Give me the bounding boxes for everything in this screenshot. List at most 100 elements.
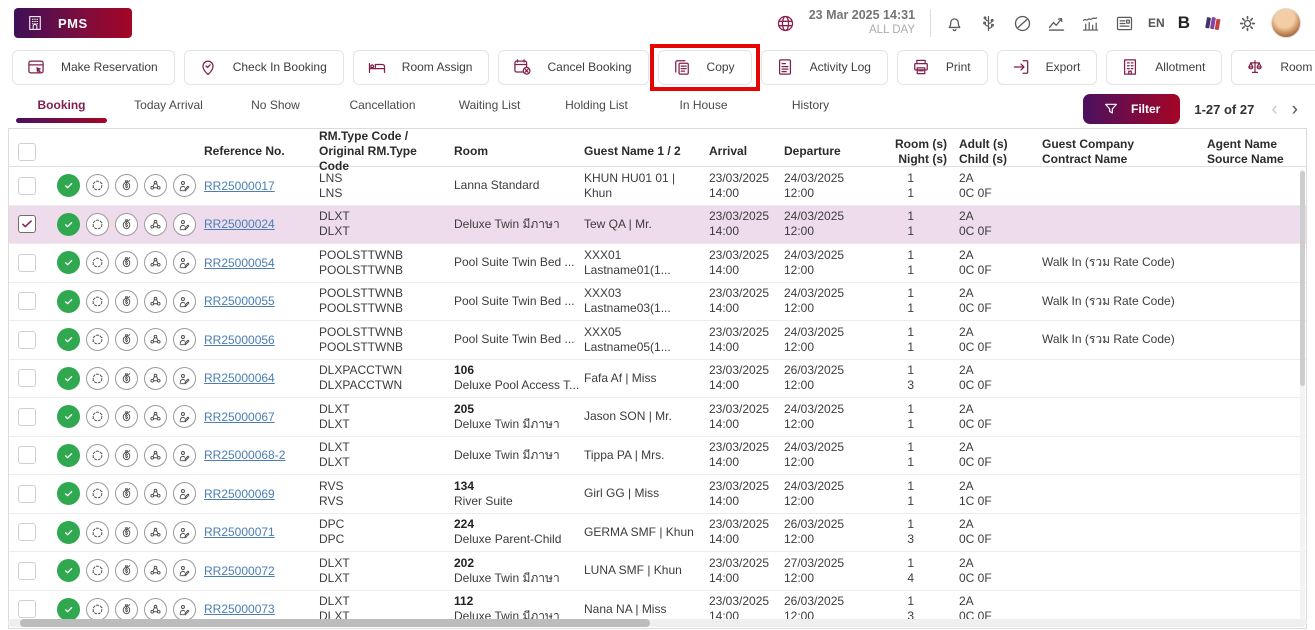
group-icon[interactable] [144, 367, 167, 390]
payment-icon[interactable] [115, 598, 138, 621]
tab-waiting-list[interactable]: Waiting List [436, 98, 543, 121]
row-checkbox[interactable] [18, 292, 36, 310]
reference-link[interactable]: RR25000054 [204, 256, 275, 270]
guest-edit-icon[interactable] [173, 598, 196, 621]
group-icon[interactable] [144, 405, 167, 428]
guest-edit-icon[interactable] [173, 213, 196, 236]
reference-link[interactable]: RR25000024 [204, 217, 275, 231]
allotment-button[interactable]: Allotment [1106, 50, 1222, 85]
payment-icon[interactable] [115, 482, 138, 505]
status-confirmed-icon[interactable] [57, 559, 80, 582]
sync-icon[interactable] [86, 328, 109, 351]
cancel-booking-button[interactable]: Cancel Booking [498, 50, 648, 85]
status-confirmed-icon[interactable] [57, 174, 80, 197]
row-checkbox[interactable] [18, 485, 36, 503]
prev-page-button[interactable]: ‹ [1264, 100, 1284, 119]
group-icon[interactable] [144, 444, 167, 467]
row-checkbox[interactable] [18, 562, 36, 580]
group-icon[interactable] [144, 598, 167, 621]
bold-shortcut[interactable]: B [1178, 13, 1190, 33]
tab-no-show[interactable]: No Show [222, 98, 329, 121]
vertical-scrollbar-thumb[interactable] [1300, 171, 1305, 386]
payment-icon[interactable] [115, 328, 138, 351]
guest-edit-icon[interactable] [173, 174, 196, 197]
app-logo[interactable]: PMS [14, 8, 132, 38]
payment-icon[interactable] [115, 559, 138, 582]
guest-edit-icon[interactable] [173, 521, 196, 544]
group-icon[interactable] [144, 482, 167, 505]
sync-icon[interactable] [86, 559, 109, 582]
tab-today-arrival[interactable]: Today Arrival [115, 98, 222, 121]
group-icon[interactable] [144, 328, 167, 351]
room-share-button[interactable]: Room Share [1231, 50, 1315, 85]
payment-icon[interactable] [115, 213, 138, 236]
group-icon[interactable] [144, 174, 167, 197]
group-icon[interactable] [144, 559, 167, 582]
row-checkbox[interactable] [18, 600, 36, 618]
payment-icon[interactable] [115, 405, 138, 428]
reference-link[interactable]: RR25000071 [204, 525, 275, 539]
bell-icon[interactable] [944, 13, 965, 34]
reference-link[interactable]: RR25000068-2 [204, 448, 285, 462]
activity-log-button[interactable]: Activity Log [761, 50, 888, 85]
status-confirmed-icon[interactable] [57, 328, 80, 351]
status-confirmed-icon[interactable] [57, 521, 80, 544]
tab-cancellation[interactable]: Cancellation [329, 98, 436, 121]
guest-edit-icon[interactable] [173, 290, 196, 313]
reference-link[interactable]: RR25000072 [204, 564, 275, 578]
globe-icon[interactable] [775, 13, 796, 34]
print-button[interactable]: Print [897, 50, 988, 85]
guest-edit-icon[interactable] [173, 444, 196, 467]
palette-icon[interactable] [1203, 13, 1224, 34]
row-checkbox[interactable] [18, 369, 36, 387]
tab-in-house[interactable]: In House [650, 98, 757, 121]
tab-holding-list[interactable]: Holding List [543, 98, 650, 121]
reference-link[interactable]: RR25000073 [204, 602, 275, 616]
settings-gear-icon[interactable] [1237, 13, 1258, 34]
org-tree-icon[interactable] [978, 13, 999, 34]
next-page-button[interactable]: › [1285, 100, 1305, 119]
group-icon[interactable] [144, 251, 167, 274]
group-icon[interactable] [144, 521, 167, 544]
guest-edit-icon[interactable] [173, 482, 196, 505]
filter-button[interactable]: Filter [1083, 94, 1180, 124]
row-checkbox[interactable] [18, 523, 36, 541]
row-checkbox[interactable] [18, 446, 36, 464]
status-confirmed-icon[interactable] [57, 444, 80, 467]
status-confirmed-icon[interactable] [57, 367, 80, 390]
sync-icon[interactable] [86, 251, 109, 274]
row-checkbox[interactable] [18, 215, 36, 233]
guest-edit-icon[interactable] [173, 328, 196, 351]
horizontal-scrollbar-thumb[interactable] [20, 619, 650, 627]
sync-icon[interactable] [86, 367, 109, 390]
check-in-booking-button[interactable]: Check In Booking [184, 50, 344, 85]
row-checkbox[interactable] [18, 408, 36, 426]
sync-icon[interactable] [86, 598, 109, 621]
payment-icon[interactable] [115, 367, 138, 390]
bar-chart-icon[interactable] [1080, 13, 1101, 34]
news-icon[interactable] [1114, 13, 1135, 34]
reference-link[interactable]: RR25000069 [204, 487, 275, 501]
reference-link[interactable]: RR25000055 [204, 294, 275, 308]
guest-edit-icon[interactable] [173, 367, 196, 390]
reference-link[interactable]: RR25000017 [204, 179, 275, 193]
compass-icon[interactable] [1012, 13, 1033, 34]
status-confirmed-icon[interactable] [57, 405, 80, 428]
make-reservation-button[interactable]: Make Reservation [12, 50, 175, 85]
copy-button[interactable]: Copy [658, 50, 752, 85]
status-confirmed-icon[interactable] [57, 290, 80, 313]
sync-icon[interactable] [86, 174, 109, 197]
sync-icon[interactable] [86, 405, 109, 428]
group-icon[interactable] [144, 213, 167, 236]
guest-edit-icon[interactable] [173, 251, 196, 274]
status-confirmed-icon[interactable] [57, 598, 80, 621]
sync-icon[interactable] [86, 521, 109, 544]
user-avatar[interactable] [1271, 8, 1301, 38]
sync-icon[interactable] [86, 444, 109, 467]
sync-icon[interactable] [86, 213, 109, 236]
payment-icon[interactable] [115, 290, 138, 313]
payment-icon[interactable] [115, 174, 138, 197]
language-selector[interactable]: EN [1148, 16, 1165, 30]
status-confirmed-icon[interactable] [57, 482, 80, 505]
room-assign-button[interactable]: Room Assign [353, 50, 490, 85]
